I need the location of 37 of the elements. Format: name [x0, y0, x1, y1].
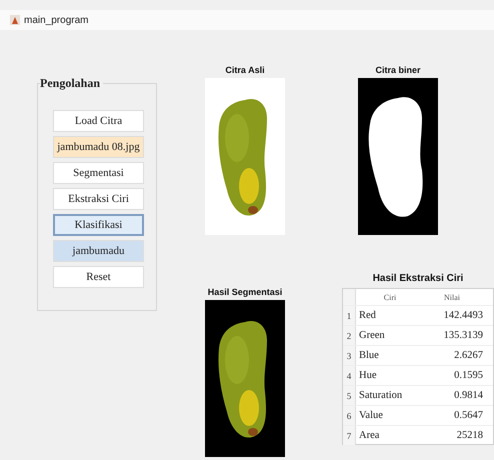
- column-header: Ciri: [382, 292, 398, 302]
- app-icon: [10, 15, 20, 25]
- table-cell-text: Area: [358, 430, 380, 441]
- action-button[interactable]: jambumadu: [53, 240, 144, 262]
- table-cell-text: Blue: [358, 350, 380, 361]
- table-cell-text: Red: [358, 310, 377, 321]
- action-button[interactable]: Load Citra: [53, 110, 144, 132]
- row-number: 6: [343, 406, 356, 425]
- table-cell-text: Value: [358, 410, 384, 421]
- action-button[interactable]: Ekstraksi Ciri: [53, 188, 144, 210]
- row-number: 7: [343, 426, 356, 445]
- row-number: 1: [343, 306, 356, 325]
- table-cell-text: 0.1595: [453, 370, 484, 381]
- table-cell-text: 2.6267: [453, 350, 484, 361]
- table-cell-text: Green: [358, 330, 386, 341]
- window-title: main_program: [24, 14, 88, 26]
- table-cell-text: 25218: [456, 430, 484, 441]
- table-cell-text: Saturation: [358, 390, 404, 401]
- action-button[interactable]: jambumadu 08.jpg: [53, 136, 144, 158]
- table-cell-text: 0.9814: [453, 390, 484, 401]
- action-button[interactable]: Reset: [53, 266, 144, 288]
- action-button[interactable]: Klasifikasi: [53, 214, 144, 236]
- row-number: 5: [343, 386, 356, 405]
- row-number: 4: [343, 366, 356, 385]
- table-cell-text: 0.5647: [453, 410, 484, 421]
- row-number: 2: [343, 326, 356, 345]
- table-cell-text: Hue: [358, 370, 378, 381]
- table-cell-text: 135.3139: [442, 330, 484, 341]
- column-header: Nilai: [443, 292, 461, 302]
- row-number: 3: [343, 346, 356, 365]
- action-button[interactable]: Segmentasi: [53, 162, 144, 184]
- table-title: Hasil Ekstraksi Ciri: [372, 273, 464, 284]
- image-title: Hasil Segmentasi: [208, 287, 282, 297]
- table-cell-text: 142.4493: [442, 310, 484, 321]
- image-title: Citra biner: [375, 65, 420, 75]
- image-title: Citra Asli: [225, 65, 265, 75]
- panel-title: Pengolahan: [40, 76, 104, 91]
